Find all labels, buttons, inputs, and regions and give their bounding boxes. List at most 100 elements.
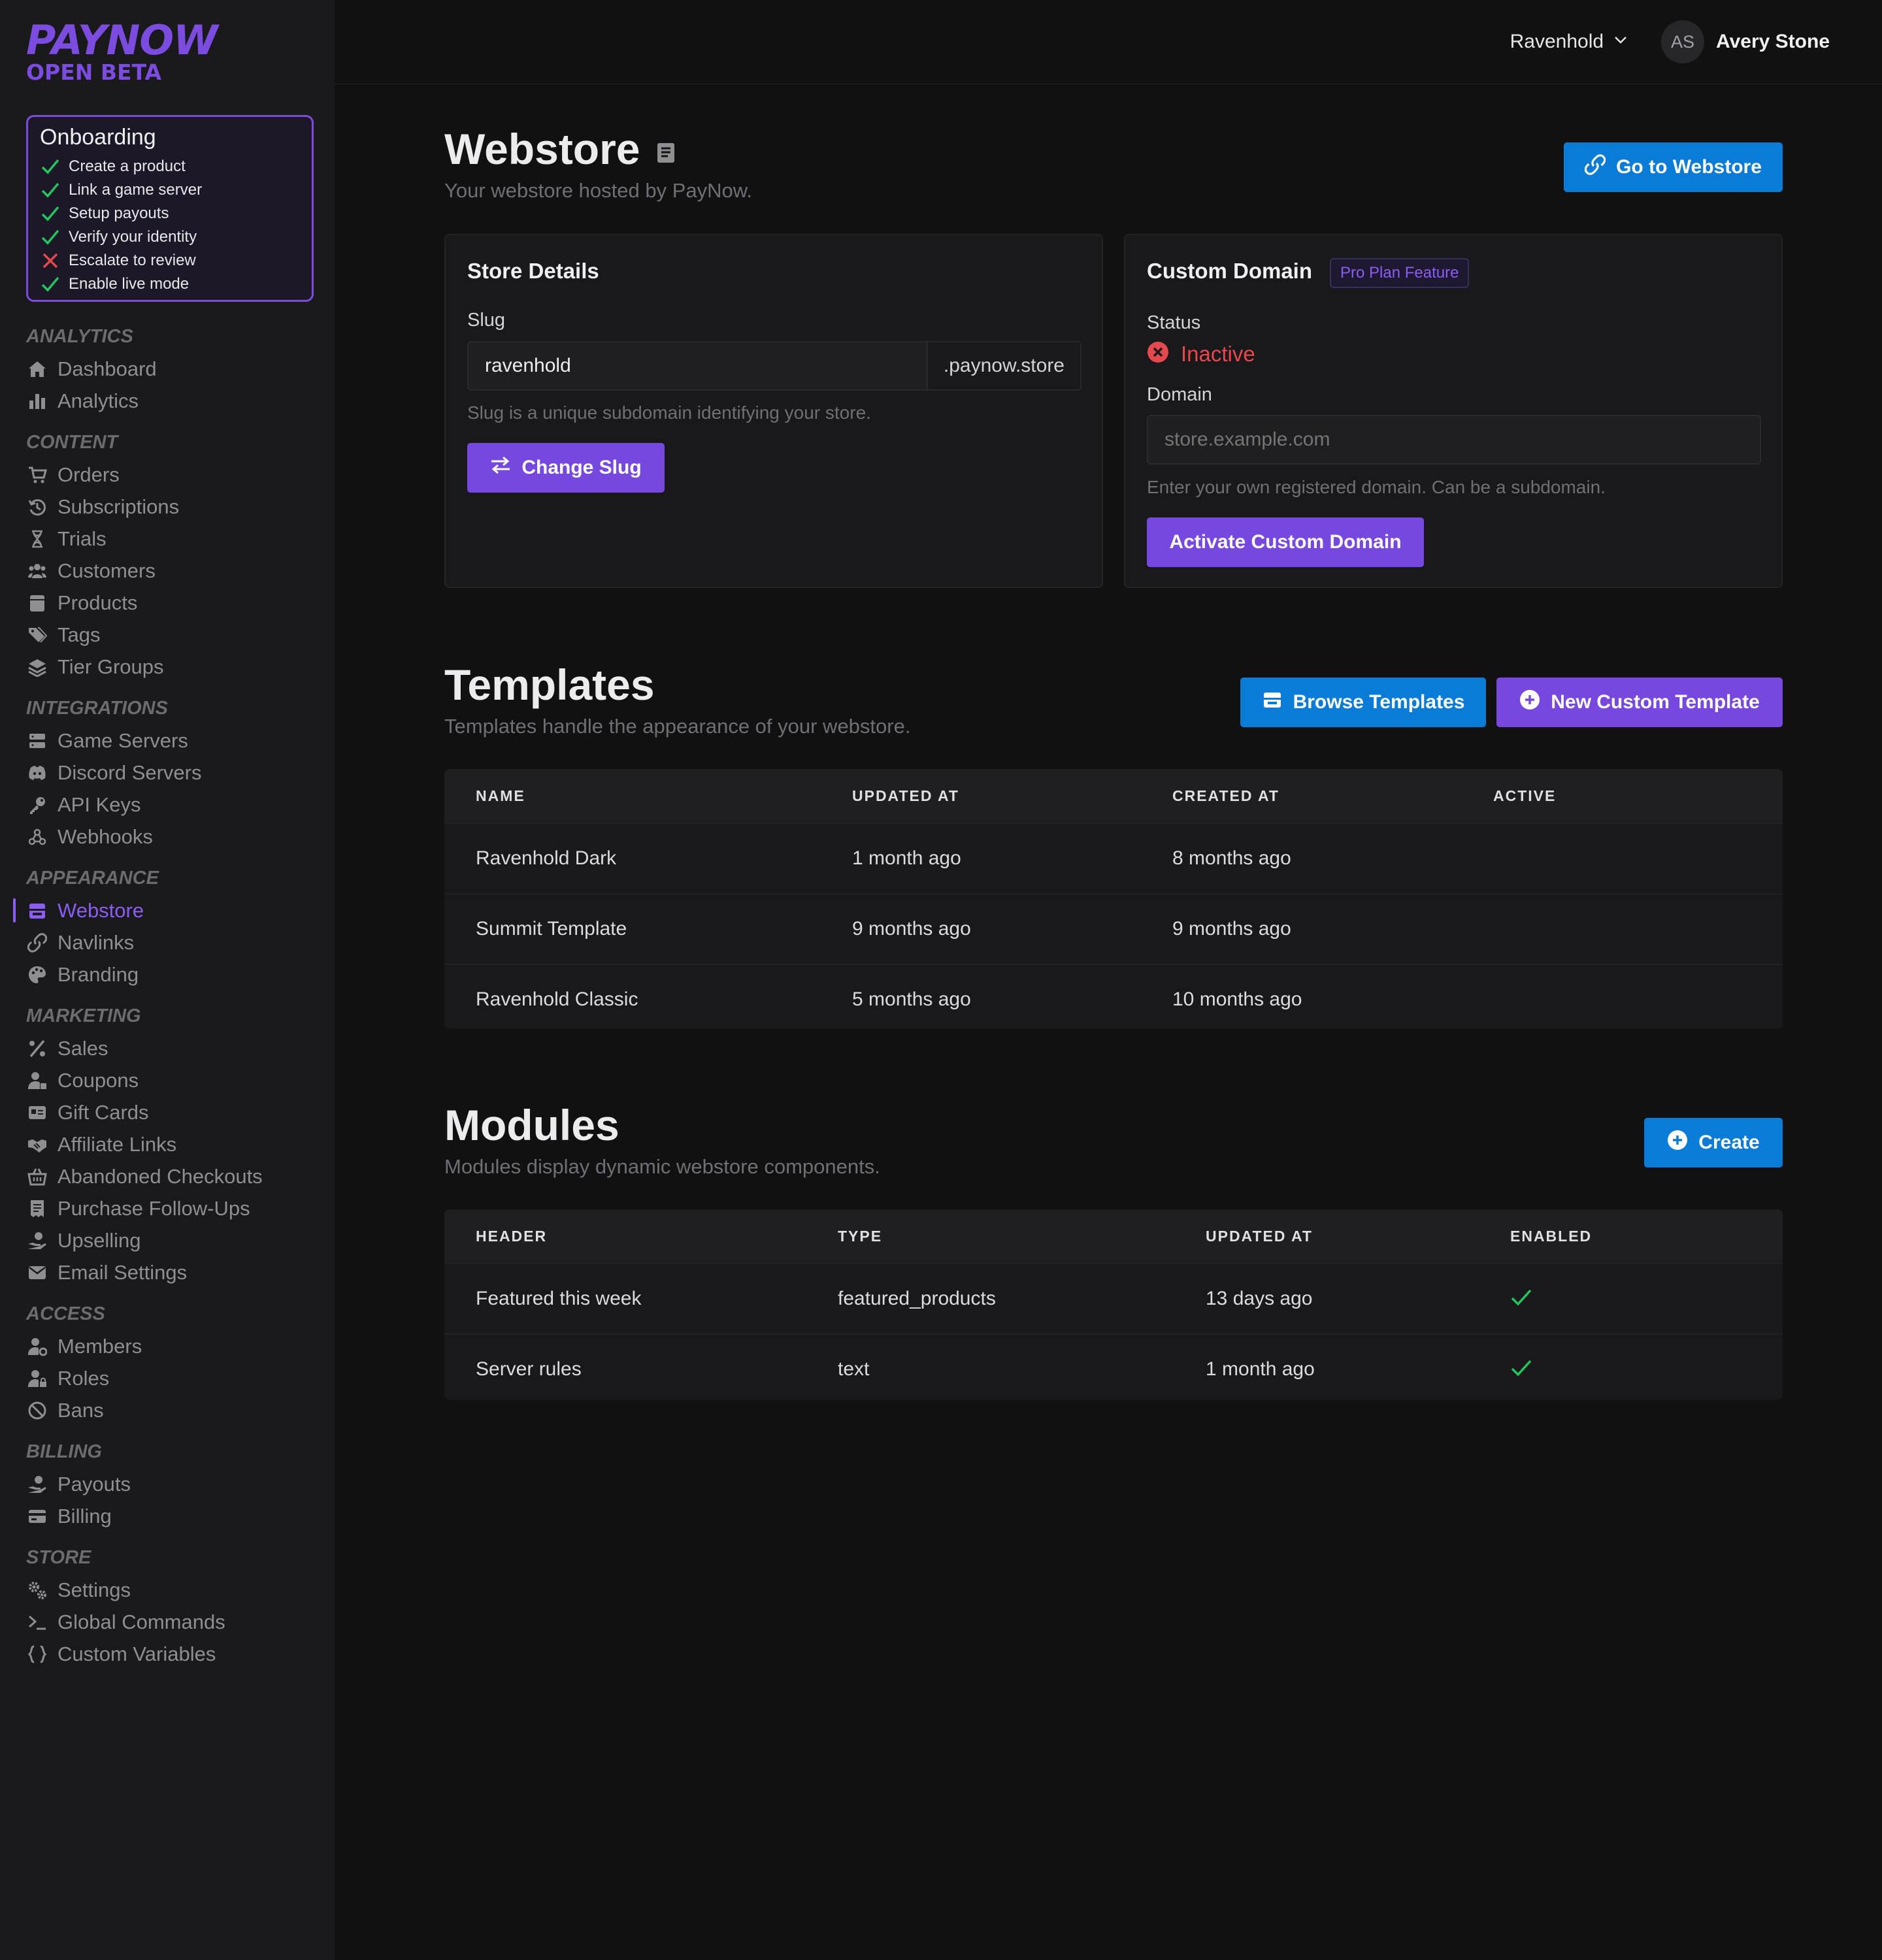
template-created: 8 months ago <box>1172 847 1291 869</box>
activate-custom-domain-button[interactable]: Activate Custom Domain <box>1147 517 1424 567</box>
sidebar-item-label: Discord Servers <box>58 760 202 784</box>
store-details-title: Store Details <box>467 259 599 283</box>
new-custom-template-button[interactable]: New Custom Template <box>1496 678 1783 727</box>
sidebar-item-label: Global Commands <box>58 1610 225 1633</box>
change-slug-label: Change Slug <box>521 457 642 478</box>
sidebar-item-abandoned-checkouts[interactable]: Abandoned Checkouts <box>26 1160 314 1192</box>
sidebar-item-roles[interactable]: Roles <box>26 1362 314 1394</box>
sidebar-item-api-keys[interactable]: API Keys <box>26 789 314 821</box>
table-row[interactable]: Ravenhold Dark 1 month ago 8 months ago <box>444 823 1783 893</box>
sidebar-item-trials[interactable]: Trials <box>26 523 314 555</box>
column-header-updated[interactable]: UPDATED AT <box>1206 1209 1313 1263</box>
browse-templates-button[interactable]: Browse Templates <box>1240 678 1486 727</box>
sidebar-item-billing[interactable]: Billing <box>26 1500 314 1532</box>
sidebar-item-affiliate-links[interactable]: Affiliate Links <box>26 1128 314 1160</box>
sidebar-item-gift-cards[interactable]: Gift Cards <box>26 1096 314 1128</box>
sidebar-item-products[interactable]: Products <box>26 587 314 619</box>
paynow-logo[interactable]: PAYNOW OPEN BETA <box>26 17 218 84</box>
table-row[interactable]: Summit Template 9 months ago 9 months ag… <box>444 893 1783 964</box>
table-row[interactable]: Featured this week featured_products 13 … <box>444 1263 1783 1333</box>
envelope-icon <box>26 1262 48 1284</box>
column-header-updated[interactable]: UPDATED AT <box>852 769 959 823</box>
sidebar-item-payouts[interactable]: Payouts <box>26 1468 314 1500</box>
onboarding-step[interactable]: Verify your identity <box>40 225 202 249</box>
sidebar-item-label: Payouts <box>58 1472 131 1495</box>
sidebar-item-label: Sales <box>58 1036 108 1060</box>
sidebar-item-tier-groups[interactable]: Tier Groups <box>26 651 314 683</box>
sidebar-item-customers[interactable]: Customers <box>26 555 314 587</box>
sidebar-item-game-servers[interactable]: Game Servers <box>26 725 314 757</box>
templates-subtitle: Templates handle the appearance of your … <box>444 715 911 738</box>
docs-book-icon[interactable] <box>656 126 676 172</box>
sidebar-item-label: Tier Groups <box>58 655 164 678</box>
change-slug-button[interactable]: Change Slug <box>467 443 665 493</box>
sidebar-item-orders[interactable]: Orders <box>26 459 314 491</box>
check-icon <box>40 274 61 294</box>
column-header-header[interactable]: HEADER <box>476 1209 547 1263</box>
onboarding-step[interactable]: Setup payouts <box>40 202 202 225</box>
column-header-created[interactable]: CREATED AT <box>1172 769 1279 823</box>
nav-section-appearance: APPEARANCE <box>26 868 159 889</box>
table-row[interactable]: Server rules text 1 month ago <box>444 1333 1783 1400</box>
plus-circle-icon <box>1667 1130 1688 1156</box>
chevron-down-icon <box>1613 31 1628 53</box>
error-circle-icon <box>1147 341 1169 367</box>
server-icon <box>26 730 48 752</box>
sidebar-item-analytics[interactable]: Analytics <box>26 385 314 417</box>
column-header-enabled[interactable]: ENABLED <box>1510 1209 1592 1263</box>
sidebar-item-navlinks[interactable]: Navlinks <box>26 926 314 958</box>
check-icon <box>40 227 61 247</box>
user-name[interactable]: Avery Stone <box>1716 31 1830 53</box>
sidebar-item-dashboard[interactable]: Dashboard <box>26 353 314 385</box>
slug-help: Slug is a unique subdomain identifying y… <box>467 402 871 423</box>
onboarding-step-label: Link a game server <box>69 181 203 199</box>
sidebar-item-branding[interactable]: Branding <box>26 958 314 990</box>
go-to-webstore-button[interactable]: Go to Webstore <box>1564 142 1783 192</box>
sidebar-item-custom-variables[interactable]: Custom Variables <box>26 1638 314 1670</box>
sidebar-item-label: Billing <box>58 1504 112 1527</box>
column-header-type[interactable]: TYPE <box>838 1209 882 1263</box>
table-row[interactable]: Ravenhold Classic 5 months ago 10 months… <box>444 964 1783 1029</box>
column-header-active[interactable]: ACTIVE <box>1493 769 1556 823</box>
sidebar-item-webhooks[interactable]: Webhooks <box>26 821 314 853</box>
domain-input[interactable] <box>1147 415 1761 465</box>
onboarding-step[interactable]: Escalate to review <box>40 249 202 272</box>
tags-icon <box>26 624 48 646</box>
store-selector-label: Ravenhold <box>1510 31 1604 52</box>
create-module-button[interactable]: Create <box>1644 1118 1783 1168</box>
nav-section-store: STORE <box>26 1547 91 1568</box>
sidebar-item-email-settings[interactable]: Email Settings <box>26 1256 314 1288</box>
module-updated: 13 days ago <box>1206 1288 1313 1309</box>
sidebar-item-webstore[interactable]: Webstore <box>13 894 314 926</box>
sidebar-item-tags[interactable]: Tags <box>26 619 314 651</box>
onboarding-step[interactable]: Enable live mode <box>40 272 202 296</box>
activate-custom-domain-label: Activate Custom Domain <box>1169 531 1402 553</box>
brand-name: PAYNOW <box>26 16 218 64</box>
onboarding-step[interactable]: Create a product <box>40 155 202 178</box>
hand-coin-icon <box>26 1230 48 1252</box>
module-updated: 1 month ago <box>1206 1358 1315 1380</box>
sidebar-item-label: Email Settings <box>58 1260 188 1284</box>
sidebar: PAYNOW OPEN BETA Onboarding Create a pro… <box>0 0 335 1960</box>
sidebar-item-members[interactable]: Members <box>26 1330 314 1362</box>
sidebar-item-sales[interactable]: Sales <box>26 1032 314 1064</box>
sidebar-item-settings[interactable]: Settings <box>26 1574 314 1606</box>
avatar[interactable]: AS <box>1661 20 1705 63</box>
slug-input[interactable]: ravenhold <box>469 355 927 377</box>
nav-section-billing: BILLING <box>26 1441 102 1462</box>
sidebar-item-coupons[interactable]: Coupons <box>26 1064 314 1096</box>
sidebar-item-bans[interactable]: Bans <box>26 1394 314 1426</box>
sidebar-item-subscriptions[interactable]: Subscriptions <box>26 491 314 523</box>
top-bar: Ravenhold AS Avery Stone <box>1510 20 1830 63</box>
column-header-name[interactable]: NAME <box>476 769 525 823</box>
page-title-row: Webstore <box>444 126 676 172</box>
receipt-icon <box>26 1198 48 1220</box>
sidebar-item-global-commands[interactable]: Global Commands <box>26 1606 314 1638</box>
sidebar-item-discord-servers[interactable]: Discord Servers <box>26 757 314 789</box>
sidebar-item-purchase-follow-ups[interactable]: Purchase Follow-Ups <box>26 1192 314 1224</box>
sidebar-item-upselling[interactable]: Upselling <box>26 1224 314 1256</box>
sidebar-item-label: Custom Variables <box>58 1642 216 1665</box>
store-selector[interactable]: Ravenhold <box>1510 31 1628 53</box>
onboarding-step[interactable]: Link a game server <box>40 178 202 202</box>
braces-icon <box>26 1643 48 1665</box>
